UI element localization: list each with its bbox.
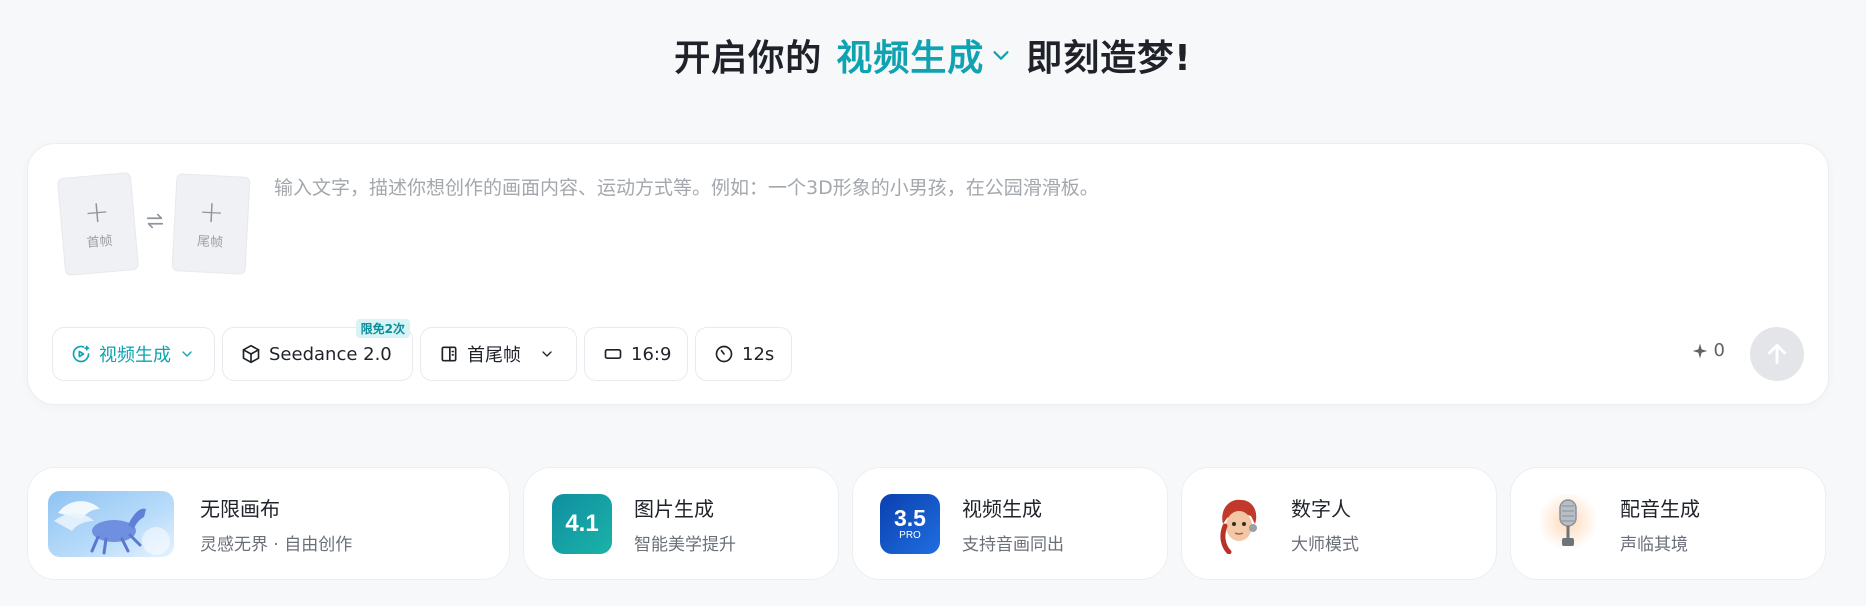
- credit-count: 0: [1713, 340, 1725, 361]
- hero-mode-dropdown[interactable]: 视频生成: [836, 29, 1012, 81]
- first-frame-upload[interactable]: + 首帧: [56, 171, 140, 277]
- video-model-tier: PRO: [899, 529, 921, 541]
- video-generate-icon: [72, 345, 90, 363]
- model-select[interactable]: Seedance 2.0 限免2次: [222, 319, 413, 381]
- hero-suffix: 即刻造梦!: [1026, 38, 1192, 79]
- image-model-4.1-logo: 4.1: [552, 493, 612, 554]
- microphone-image: [1538, 493, 1598, 554]
- feature-card-video-generation[interactable]: 3.5 PRO 视频生成 支持音画同出: [852, 467, 1168, 580]
- feature-title: 视频生成: [962, 496, 1042, 521]
- composer-toolbar: 视频生成 Seedance 2.0 限免2次 首尾帧 16:9 12s: [52, 319, 792, 381]
- video-model-3.5-pro-logo: 3.5 PRO: [880, 493, 940, 554]
- send-button[interactable]: [1750, 327, 1804, 381]
- feature-texts: 配音生成 声临其境: [1620, 493, 1700, 555]
- feature-card-image-generation[interactable]: 4.1 图片生成 智能美学提升: [523, 467, 839, 580]
- first-frame-label: 首帧: [85, 233, 114, 251]
- feature-title: 数字人: [1291, 496, 1351, 521]
- feature-desc: 灵感无界 · 自由创作: [200, 534, 353, 555]
- feature-card-voiceover[interactable]: 配音生成 声临其境: [1510, 467, 1826, 580]
- swap-icon[interactable]: [144, 210, 166, 232]
- feature-texts: 数字人 大师模式: [1291, 493, 1359, 555]
- duration-label: 12s: [742, 343, 775, 365]
- feature-texts: 图片生成 智能美学提升: [634, 493, 736, 555]
- chevron-down-icon: [542, 351, 552, 357]
- feature-title: 无限画布: [200, 496, 280, 521]
- digital-human-avatar: [1209, 493, 1269, 554]
- aspect-ratio-icon: [604, 349, 622, 359]
- duration-select[interactable]: 12s: [695, 327, 792, 381]
- feature-texts: 无限画布 灵感无界 · 自由创作: [200, 493, 352, 555]
- prompt-composer: + 首帧 + 尾帧 视频生成 Seedance 2.0 限免2次 首尾: [27, 143, 1829, 405]
- feature-desc: 声临其境: [1620, 534, 1688, 555]
- plus-icon: +: [82, 193, 111, 231]
- last-frame-label: 尾帧: [196, 233, 224, 251]
- hero-mode-label: 视频生成: [836, 38, 985, 79]
- feature-title: 图片生成: [634, 496, 714, 521]
- model-label: Seedance 2.0: [269, 343, 392, 365]
- credit-cost: 0: [1692, 340, 1725, 361]
- frame-layout-icon: [441, 346, 457, 362]
- feature-desc: 大师模式: [1291, 534, 1359, 555]
- frame-mode-label: 首尾帧: [467, 345, 521, 366]
- aspect-ratio-label: 16:9: [631, 343, 672, 365]
- plus-icon: +: [198, 193, 226, 231]
- generation-mode-label: 视频生成: [99, 345, 171, 366]
- free-trial-badge: 限免2次: [355, 319, 410, 338]
- feature-desc: 智能美学提升: [634, 534, 736, 555]
- feature-title: 配音生成: [1620, 496, 1700, 521]
- pegasus-canvas-image: [48, 490, 174, 557]
- hero-title: 开启你的 视频生成 即刻造梦!: [0, 30, 1866, 80]
- chevron-down-icon: [182, 351, 192, 357]
- feature-card-digital-human[interactable]: 数字人 大师模式: [1181, 467, 1497, 580]
- prompt-input[interactable]: [274, 168, 1774, 208]
- cube-icon: [242, 344, 260, 364]
- feature-texts: 视频生成 支持音画同出: [962, 493, 1064, 555]
- aspect-ratio-select[interactable]: 16:9: [584, 327, 688, 381]
- image-model-version: 4.1: [565, 509, 599, 537]
- frame-mode-select[interactable]: 首尾帧: [420, 327, 577, 381]
- feature-desc: 支持音画同出: [962, 534, 1064, 555]
- feature-card-canvas[interactable]: 无限画布 灵感无界 · 自由创作: [27, 467, 510, 580]
- hero-prefix: 开启你的: [674, 38, 823, 79]
- video-model-version: 3.5: [894, 504, 926, 531]
- last-frame-upload[interactable]: + 尾帧: [171, 173, 251, 275]
- sparkle-icon: [1692, 343, 1707, 358]
- chevron-down-icon: [993, 51, 1009, 60]
- generation-mode-select[interactable]: 视频生成: [52, 327, 215, 381]
- timer-icon: [715, 345, 733, 363]
- arrow-up-icon: [1768, 343, 1786, 365]
